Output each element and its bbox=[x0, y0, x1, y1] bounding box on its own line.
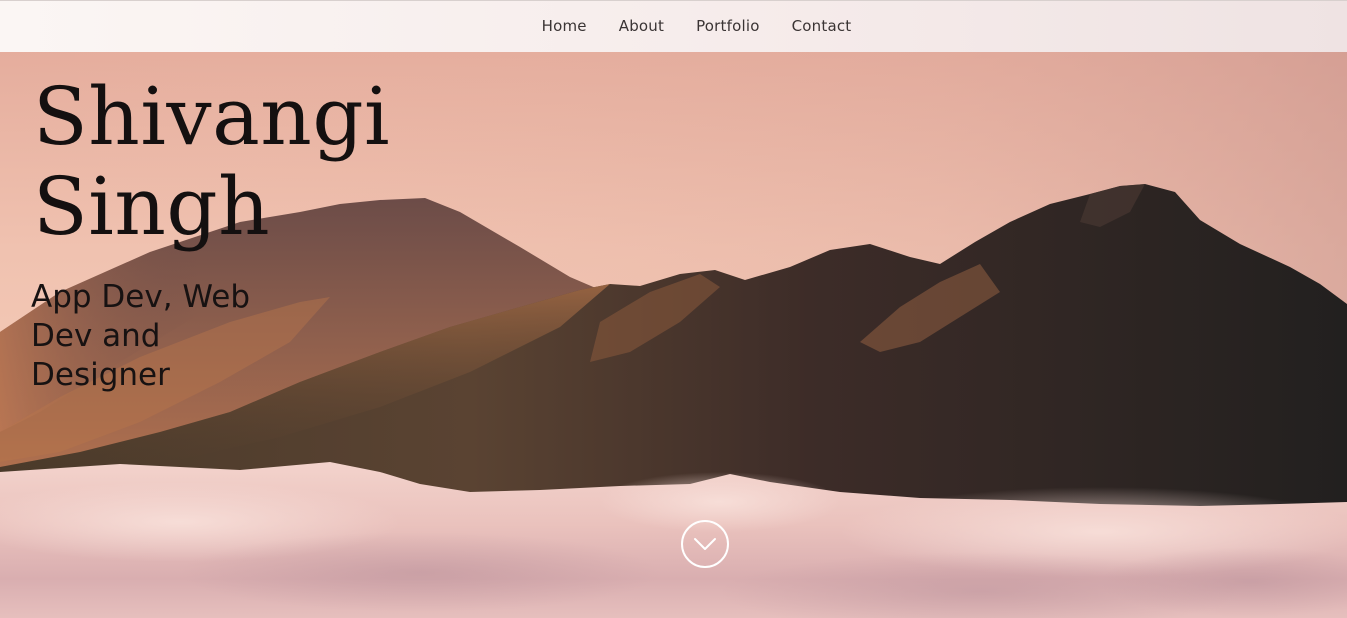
hero-name-last: Singh bbox=[33, 160, 271, 253]
hero-section: Shivangi Singh App Dev, Web Dev and Desi… bbox=[0, 52, 1347, 618]
nav-link-contact[interactable]: Contact bbox=[792, 17, 852, 35]
nav-item-about: About bbox=[619, 17, 664, 36]
nav-item-home: Home bbox=[542, 17, 587, 36]
nav-link-home[interactable]: Home bbox=[542, 17, 587, 35]
nav-item-contact: Contact bbox=[792, 17, 852, 36]
hero-name-heading: Shivangi Singh bbox=[33, 72, 453, 252]
scroll-down-button[interactable] bbox=[681, 520, 729, 568]
page: Home About Portfolio Contact Shivangi Si… bbox=[0, 0, 1347, 618]
chevron-down-icon bbox=[694, 538, 716, 550]
hero-subtitle: App Dev, Web Dev and Designer bbox=[31, 279, 250, 393]
hero-name-first: Shivangi bbox=[33, 70, 391, 163]
nav-link-portfolio[interactable]: Portfolio bbox=[696, 17, 760, 35]
nav-list: Home About Portfolio Contact bbox=[542, 17, 852, 36]
nav-link-about[interactable]: About bbox=[619, 17, 664, 35]
nav-item-portfolio: Portfolio bbox=[696, 17, 760, 36]
top-navigation: Home About Portfolio Contact bbox=[0, 0, 1347, 52]
